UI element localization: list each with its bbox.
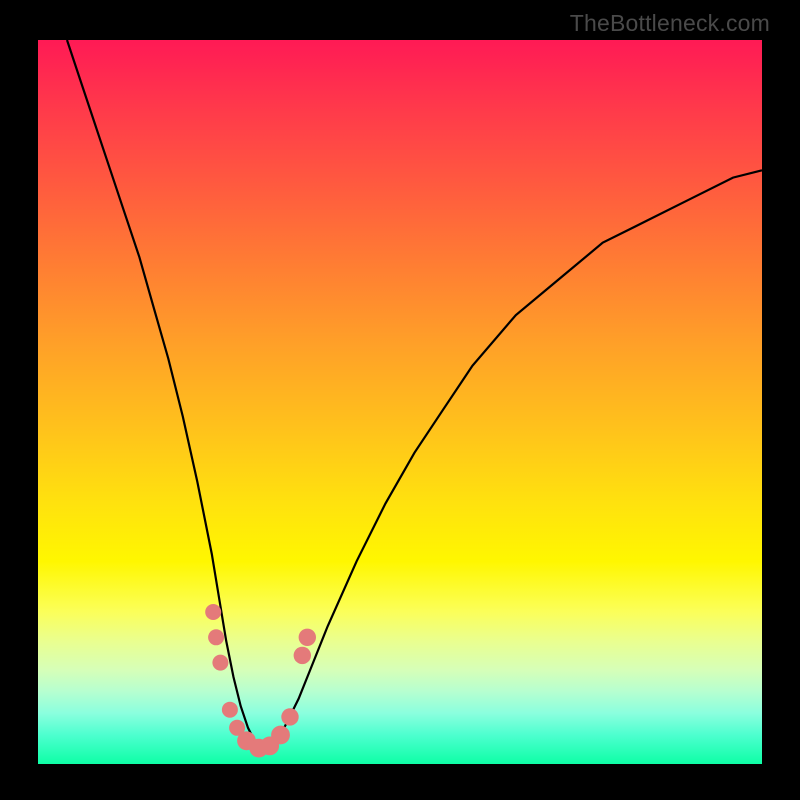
curve-marker: [222, 702, 238, 718]
attribution-text: TheBottleneck.com: [570, 10, 770, 37]
curve-marker: [271, 726, 290, 745]
chart-frame: TheBottleneck.com: [0, 0, 800, 800]
chart-svg: [38, 40, 762, 764]
curve-marker: [294, 647, 311, 664]
bottleneck-curve: [67, 40, 762, 750]
curve-marker: [281, 708, 298, 725]
curve-marker: [212, 655, 228, 671]
plot-area: [38, 40, 762, 764]
curve-markers: [205, 604, 316, 757]
curve-marker: [208, 629, 224, 645]
curve-marker: [205, 604, 221, 620]
curve-marker: [299, 629, 316, 646]
